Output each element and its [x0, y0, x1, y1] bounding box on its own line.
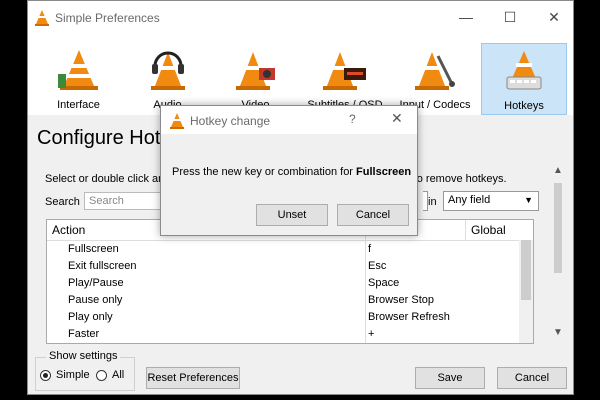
action-cell: Exit fullscreen — [68, 260, 137, 272]
tab-hotkeys-label: Hotkeys — [504, 100, 544, 112]
cell-divider — [365, 309, 366, 326]
search-input[interactable]: Search — [84, 192, 164, 210]
hotkeys-cone-icon — [506, 51, 542, 90]
table-scrollbar-thumb[interactable] — [521, 240, 531, 300]
dialog-action-name: Fullscreen — [356, 166, 412, 178]
dialog-title-bar: Hotkey change ? ✕ — [161, 106, 417, 134]
dialog-message: Press the new key or combination for Ful… — [172, 166, 411, 178]
description-text-left: Select or double click an — [45, 173, 165, 185]
table-row[interactable]: Faster + — [47, 326, 519, 343]
unset-button[interactable]: Unset — [256, 204, 328, 226]
tab-hotkeys[interactable]: Hotkeys — [481, 43, 567, 115]
page-title: Configure Hotk — [37, 127, 171, 149]
table-row[interactable]: Play only Browser Refresh — [47, 309, 519, 326]
cell-divider — [365, 275, 366, 292]
dialog-message-text: Press the new key or combination for — [172, 166, 357, 178]
input-codecs-cone-icon — [415, 52, 455, 90]
video-cone-icon — [235, 52, 275, 90]
hotkey-cell: + — [368, 328, 375, 340]
cell-divider — [365, 326, 366, 343]
window-title: Simple Preferences — [55, 11, 160, 25]
category-toolbar: Interface Audio Video Subtitl — [28, 34, 573, 115]
hotkey-cell: Browser Refresh — [368, 311, 450, 323]
column-header-global[interactable]: Global — [471, 223, 506, 237]
show-settings-group: Show settings Simple All — [35, 350, 135, 391]
table-row[interactable]: Fullscreen f — [47, 241, 519, 258]
show-settings-label: Show settings — [46, 350, 121, 362]
all-radio-label[interactable]: All — [112, 369, 124, 381]
save-button[interactable]: Save — [415, 367, 485, 389]
hotkey-change-dialog: Hotkey change ? ✕ Press the new key or c… — [160, 105, 418, 236]
action-cell: Play only — [68, 311, 113, 323]
maximize-button[interactable]: ☐ — [496, 7, 524, 27]
close-button[interactable]: ✕ — [540, 7, 568, 27]
table-scrollbar[interactable] — [519, 240, 533, 343]
audio-cone-icon — [150, 51, 185, 90]
scroll-up-icon[interactable]: ▲ — [550, 165, 566, 181]
page-scrollbar-thumb[interactable] — [554, 183, 562, 273]
table-row[interactable]: Pause only Browser Stop — [47, 292, 519, 309]
cell-divider — [365, 258, 366, 275]
hotkey-cell: f — [368, 243, 372, 255]
all-radio[interactable] — [96, 370, 107, 381]
cell-divider — [365, 292, 366, 309]
interface-cone-icon — [57, 50, 98, 90]
dialog-title: Hotkey change — [190, 114, 271, 128]
field-select[interactable]: Any field ▼ — [443, 191, 539, 211]
vlc-cone-icon — [35, 10, 49, 29]
scroll-down-icon[interactable]: ▼ — [550, 327, 566, 343]
simple-radio-label[interactable]: Simple — [56, 369, 90, 381]
minimize-button[interactable]: — — [452, 7, 480, 27]
action-cell: Faster — [68, 328, 100, 340]
tab-interface[interactable]: Interface — [41, 46, 116, 116]
dialog-close-button[interactable]: ✕ — [391, 110, 403, 127]
column-divider — [465, 220, 466, 240]
action-cell: Pause only — [68, 294, 123, 306]
hotkey-cell: Browser Stop — [368, 294, 435, 306]
hotkey-cell: Space — [368, 277, 400, 289]
cell-divider — [365, 241, 366, 258]
simple-radio[interactable] — [40, 370, 51, 381]
chevron-down-icon: ▼ — [524, 195, 533, 205]
help-button[interactable]: ? — [349, 112, 356, 126]
cancel-button[interactable]: Cancel — [497, 367, 567, 389]
hotkeys-table[interactable]: Action Global Fullscreen f Exit fullscre… — [46, 219, 534, 344]
table-row[interactable]: Exit fullscreen Esc — [47, 258, 519, 275]
action-cell: Play/Pause — [68, 277, 124, 289]
search-label: Search — [45, 196, 80, 208]
hotkey-cell: Esc — [368, 260, 387, 272]
reset-preferences-button[interactable]: Reset Preferences — [146, 367, 240, 389]
in-label: in — [428, 196, 437, 208]
title-bar: Simple Preferences — ☐ ✕ — [28, 1, 573, 34]
column-header-action[interactable]: Action — [52, 223, 85, 237]
tab-interface-label: Interface — [57, 99, 100, 111]
vlc-cone-icon — [170, 113, 184, 132]
action-cell: Fullscreen — [68, 243, 119, 255]
field-select-value: Any field — [448, 194, 491, 206]
subtitles-cone-icon — [323, 52, 366, 90]
dialog-cancel-button[interactable]: Cancel — [337, 204, 409, 226]
page-scrollbar[interactable]: ▲ ▼ — [550, 161, 566, 343]
table-row[interactable]: Play/Pause Space — [47, 275, 519, 292]
